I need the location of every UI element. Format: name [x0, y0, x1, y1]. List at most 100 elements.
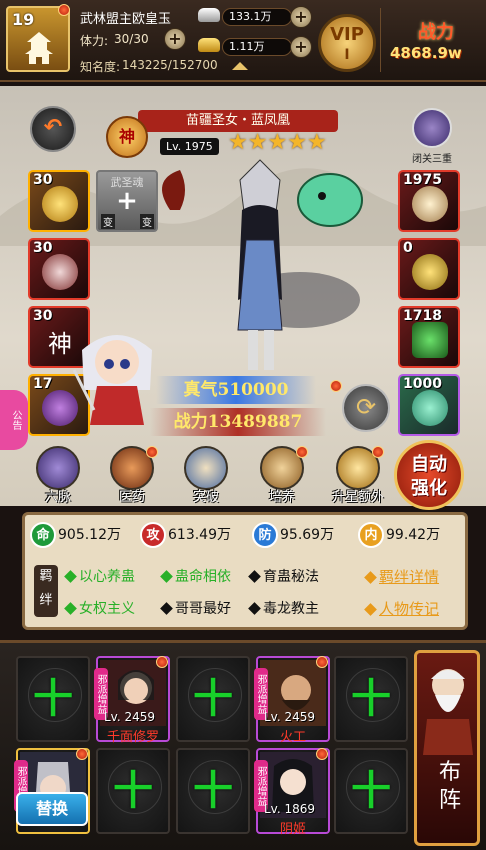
link-text: 人物传记	[379, 600, 440, 618]
hero-level: Lv. 2459	[264, 710, 316, 724]
stamina-value: 30/30	[114, 32, 149, 46]
add-stamina-button[interactable]: +	[164, 28, 186, 50]
lineup-slot-hero[interactable]: 邪派增益 Lv. 1869 阴姬	[254, 748, 330, 837]
martial-soul-slot[interactable]: 武圣魂 + 变 变	[96, 170, 158, 232]
lineup-slot-empty[interactable]: 十	[176, 656, 250, 742]
action-medicine[interactable]: 医药	[106, 446, 158, 505]
bonds-char: 羁绊	[39, 569, 53, 608]
bond-text: 女权主义	[79, 601, 135, 617]
slot-level: 30	[33, 240, 53, 256]
seclusion-button[interactable]: 闭关三重	[404, 108, 460, 165]
soul-change-left: 变	[101, 214, 115, 229]
player-avatar[interactable]: 19	[6, 4, 70, 72]
bond-text: 育蛊秘法	[263, 569, 319, 585]
formation-button[interactable]: 布 阵	[414, 650, 480, 846]
action-label: 升星额外	[331, 490, 384, 505]
defense-value: 95.69万	[280, 527, 335, 543]
top-status-bar: 19 武林盟主欧皇玉 体力: 30/30 + 知名度: 143225/15270…	[0, 0, 486, 82]
add-hero-icon: 十	[193, 768, 233, 814]
equip-slot-ring[interactable]: 30	[28, 170, 90, 232]
stat-inner: 内 99.42万	[358, 522, 440, 548]
biography-link[interactable]: 人物传记	[364, 598, 440, 619]
bond-item[interactable]: 毒龙教主	[248, 598, 319, 618]
lineup-slot-empty[interactable]: 十	[176, 748, 250, 834]
add-hero-icon: 十	[193, 676, 233, 722]
bond-item[interactable]: 女权主义	[64, 598, 135, 618]
action-meridians[interactable]: 六脉	[32, 446, 84, 505]
gold-ring-icon	[42, 186, 78, 222]
bond-item[interactable]: 哥哥最好	[160, 598, 231, 618]
fame-value: 143225/152700	[122, 58, 218, 72]
bond-details-link[interactable]: 羁绊详情	[364, 566, 440, 587]
slot-level: 1975	[403, 172, 442, 188]
inner-power-icon: 内	[358, 522, 384, 548]
fan-weapon-icon	[412, 186, 448, 222]
equip-slot-armor[interactable]: 0	[398, 238, 460, 300]
lineup-slot-empty[interactable]: 十	[334, 748, 408, 834]
action-star-upgrade[interactable]: 升星额外	[326, 446, 390, 505]
bond-item[interactable]: 育蛊秘法	[248, 566, 319, 586]
back-button[interactable]: ↶	[30, 106, 76, 152]
action-breakthrough[interactable]: 突破	[180, 446, 232, 505]
link-text: 羁绊详情	[379, 568, 440, 586]
expand-arrow-icon[interactable]	[232, 62, 248, 70]
scholar-icon	[184, 446, 228, 490]
bond-text: 毒龙教主	[263, 601, 319, 617]
chibi-companion	[72, 335, 152, 425]
action-training[interactable]: 培养	[256, 446, 308, 505]
switch-hero-button[interactable]: ⟳	[342, 384, 390, 432]
notification-dot	[316, 656, 328, 668]
slot-level: 30	[33, 308, 53, 324]
stat-hp: 命 905.12万	[30, 522, 121, 548]
jade-book-icon	[412, 322, 448, 358]
auto-label-top: 自动	[411, 454, 447, 475]
hp-icon: 命	[30, 522, 56, 548]
formation-char: 阵	[438, 788, 461, 813]
lineup-slot-empty[interactable]: 十	[16, 656, 90, 742]
notification-dot	[330, 380, 342, 392]
divider	[380, 8, 381, 72]
player-name: 武林盟主欧皇玉	[80, 12, 172, 27]
vip-badge[interactable]: VIP I	[318, 14, 376, 72]
equip-slot-beast[interactable]: 1000	[398, 374, 460, 436]
lineup-slot-empty[interactable]: 十	[334, 656, 408, 742]
gold-amount: 1.11万	[222, 38, 292, 56]
total-power-value: 4868.9w	[390, 44, 462, 62]
lineup-slot-empty[interactable]: 十	[96, 748, 170, 834]
silver-ingot-icon	[198, 8, 220, 22]
add-hero-icon: 十	[351, 768, 391, 814]
attack-icon: 攻	[140, 522, 166, 548]
meridian-figure-icon	[36, 446, 80, 490]
lineup-slot-hero[interactable]: 邪派增益 Lv. 2459 千面修罗	[94, 656, 170, 745]
hero-title: 苗疆圣女・蓝凤凰	[138, 110, 338, 132]
formation-char: 布	[438, 760, 461, 785]
notification-dot	[58, 4, 70, 16]
add-silver-button[interactable]: +	[290, 6, 312, 28]
replace-hero-button[interactable]: 替换	[16, 792, 88, 826]
equip-slot-weapon[interactable]: 1975	[398, 170, 460, 232]
equip-slot-book[interactable]: 1718	[398, 306, 460, 368]
stat-attack: 攻 613.49万	[140, 522, 231, 548]
bond-item[interactable]: 蛊命相依	[160, 566, 231, 586]
bond-item[interactable]: 以心养蛊	[64, 566, 135, 586]
notification-dot	[296, 446, 308, 458]
notification-dot	[76, 748, 88, 760]
bond-text: 哥哥最好	[175, 601, 231, 617]
gold-ingot-icon	[198, 38, 220, 52]
notification-dot	[156, 656, 168, 668]
silver-amount: 133.1万	[222, 8, 292, 26]
action-label: 培养	[268, 490, 295, 505]
hero-level: Lv. 1869	[264, 802, 316, 816]
seclusion-label: 闭关三重	[412, 154, 452, 165]
meditating-figure-icon	[412, 108, 452, 148]
auto-strengthen-button[interactable]: 自动 强化	[394, 440, 464, 510]
equip-slot-scroll[interactable]: 30	[28, 238, 90, 300]
announcement-tab[interactable]: 公告	[0, 390, 28, 450]
add-icon: +	[116, 186, 138, 216]
add-gold-button[interactable]: +	[290, 36, 312, 58]
action-label: 医药	[118, 490, 145, 505]
hero-portrait	[162, 159, 363, 370]
auto-label-bottom: 强化	[411, 478, 447, 499]
bond-text: 以心养蛊	[79, 569, 135, 585]
lineup-slot-hero[interactable]: 邪派增益 Lv. 2459 火工	[254, 656, 330, 745]
